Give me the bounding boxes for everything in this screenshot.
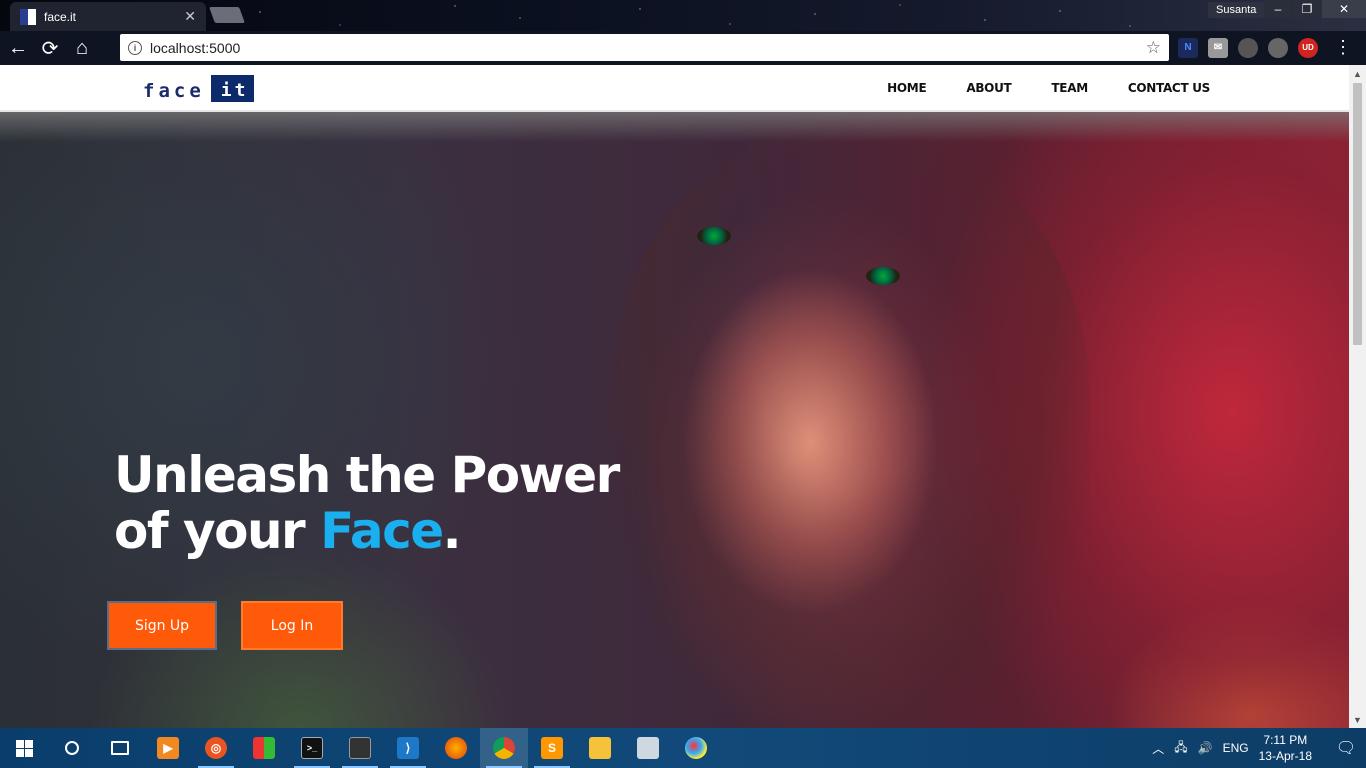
site-header: face it HOME ABOUT TEAM CONTACT US: [0, 65, 1349, 112]
window-controls: – ❐ ✕: [1263, 0, 1366, 18]
extension-icons: N ✉ UD ⋮: [1178, 37, 1352, 58]
taskbar-photos[interactable]: [624, 728, 672, 768]
bookmark-star-icon[interactable]: ☆: [1146, 38, 1161, 58]
network-icon[interactable]: 🖧: [1174, 738, 1187, 759]
page-viewport: face it HOME ABOUT TEAM CONTACT US Unlea…: [0, 65, 1366, 728]
scroll-down-arrow-icon[interactable]: ▼: [1349, 711, 1366, 728]
url-input[interactable]: [150, 39, 1138, 56]
signup-button[interactable]: Sign Up: [107, 601, 217, 650]
browser-title-bar: face.it ✕ Susanta – ❐ ✕: [0, 0, 1366, 31]
nav-home[interactable]: HOME: [887, 81, 926, 95]
taskbar-windows-store[interactable]: [240, 728, 288, 768]
site-nav: HOME ABOUT TEAM CONTACT US: [847, 81, 1210, 95]
start-button[interactable]: [0, 728, 48, 768]
start-icon: [15, 739, 33, 757]
extension-chat-icon[interactable]: [1268, 37, 1288, 58]
clock-date: 13-Apr-18: [1258, 749, 1312, 763]
taskbar-paint[interactable]: [672, 728, 720, 768]
system-tray: ︿ 🖧 🔊 ENG 7:11 PM 13-Apr-18 🗨: [1152, 728, 1366, 768]
media-player-icon: ▶: [157, 737, 179, 759]
taskbar-console[interactable]: [336, 728, 384, 768]
restore-button[interactable]: ❐: [1293, 0, 1321, 18]
nav-about[interactable]: ABOUT: [966, 81, 1011, 95]
extension-ud-icon[interactable]: UD: [1298, 37, 1318, 58]
profile-button[interactable]: Susanta: [1208, 2, 1265, 18]
headline-suffix: .: [442, 502, 462, 560]
extension-n-icon[interactable]: N: [1178, 37, 1198, 58]
logo-it-text: it: [210, 75, 255, 102]
new-tab-button[interactable]: [209, 7, 245, 23]
headline-line1: Unleash the Power: [114, 446, 620, 504]
hero-portrait-image: [610, 132, 1090, 728]
taskbar-firefox[interactable]: [432, 728, 480, 768]
reload-icon[interactable]: ⟳: [36, 34, 64, 62]
taskbar-file-explorer[interactable]: [576, 728, 624, 768]
hero-top-shade: [0, 112, 1349, 142]
tab-close-icon[interactable]: ✕: [184, 8, 196, 25]
tab-title: face.it: [44, 9, 77, 24]
windows-store-icon: [253, 737, 275, 759]
logo-face-text: face: [143, 80, 205, 102]
hero-section: Unleash the Power of your Face. Sign Up …: [0, 112, 1349, 728]
hero-headline: Unleash the Power of your Face.: [114, 446, 620, 560]
browser-tab[interactable]: face.it ✕: [10, 2, 206, 31]
file-explorer-icon: [589, 737, 611, 759]
address-bar[interactable]: i ☆: [120, 34, 1169, 61]
taskbar-search-button[interactable]: [48, 728, 96, 768]
info-icon[interactable]: i: [128, 40, 142, 55]
headline-line2-prefix: of your: [114, 502, 321, 560]
mail-extension-icon[interactable]: ✉: [1208, 37, 1228, 58]
home-icon[interactable]: ⌂: [68, 34, 96, 62]
terminal-icon: >_: [301, 737, 323, 759]
sublime-icon: S: [541, 737, 563, 759]
favicon-icon: [20, 8, 36, 25]
login-button[interactable]: Log In: [241, 601, 343, 650]
taskbar-media-player[interactable]: ▶: [144, 728, 192, 768]
extension-globe-icon[interactable]: [1238, 37, 1258, 58]
close-window-button[interactable]: ✕: [1322, 0, 1366, 18]
taskbar-vscode[interactable]: ⟩: [384, 728, 432, 768]
taskbar-ubuntu[interactable]: ◎: [192, 728, 240, 768]
nav-team[interactable]: TEAM: [1051, 81, 1088, 95]
minimize-button[interactable]: –: [1264, 0, 1292, 18]
portrait-right-eye: [866, 267, 900, 285]
menu-icon[interactable]: ⋮: [1334, 37, 1352, 58]
task-view-icon: [111, 741, 129, 755]
back-icon[interactable]: ←: [4, 34, 32, 62]
scroll-up-arrow-icon[interactable]: ▲: [1349, 65, 1366, 82]
vscode-icon: ⟩: [397, 737, 419, 759]
windows-taskbar: ▶ ◎ >_ ⟩ S ︿ 🖧 🔊 ENG 7:11 PM 13-Apr-18 🗨: [0, 728, 1366, 768]
photo-icon: [637, 737, 659, 759]
scroll-thumb[interactable]: [1353, 83, 1362, 345]
search-icon: [65, 741, 79, 755]
language-indicator[interactable]: ENG: [1223, 741, 1249, 755]
paint-icon: [685, 737, 707, 759]
notification-center-icon[interactable]: 🗨: [1326, 738, 1366, 758]
site-logo[interactable]: face it: [143, 75, 255, 102]
taskbar-terminal[interactable]: >_: [288, 728, 336, 768]
chrome-icon: [493, 737, 515, 759]
page-scrollbar[interactable]: ▲ ▼: [1349, 65, 1366, 728]
taskbar-clock[interactable]: 7:11 PM 13-Apr-18: [1259, 732, 1312, 764]
tray-chevron-up-icon[interactable]: ︿: [1152, 740, 1164, 757]
browser-toolbar: ← ⟳ ⌂ i ☆ N ✉ UD ⋮: [0, 31, 1366, 65]
headline-accent: Face: [320, 502, 444, 560]
console-icon: [349, 737, 371, 759]
task-view-button[interactable]: [96, 728, 144, 768]
taskbar-sublime[interactable]: S: [528, 728, 576, 768]
firefox-icon: [445, 737, 467, 759]
portrait-left-eye: [697, 227, 731, 245]
clock-time: 7:11 PM: [1263, 733, 1308, 747]
nav-contact-us[interactable]: CONTACT US: [1128, 81, 1210, 95]
ubuntu-icon: ◎: [205, 737, 227, 759]
taskbar-chrome[interactable]: [480, 728, 528, 768]
volume-icon[interactable]: 🔊: [1198, 741, 1213, 755]
